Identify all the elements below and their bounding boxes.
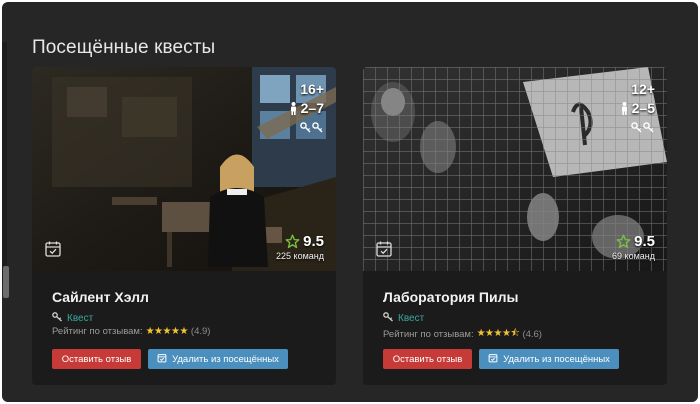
rating-value: 9.5 <box>303 233 324 250</box>
remove-button-label: Удалить из посещённых <box>172 353 279 365</box>
remove-from-visited-button[interactable]: Удалить из посещённых <box>479 349 619 369</box>
star-icon: ★★★★★ <box>145 326 189 337</box>
rating-block: 9.5 225 команд <box>276 233 324 261</box>
age-limit-badge: 12+ <box>631 81 655 97</box>
quest-card: 16+ 2–7 9.5 225 команд Сайлент Хэлл Квес… <box>32 67 336 385</box>
leave-review-button[interactable]: Оставить отзыв <box>52 349 141 369</box>
reviews-score: (4.9) <box>190 326 211 337</box>
key-icon <box>631 122 655 134</box>
remove-from-visited-button[interactable]: Удалить из посещённых <box>148 349 288 369</box>
difficulty-keys <box>631 122 655 134</box>
scrollbar-track[interactable] <box>2 42 7 282</box>
calendar-check-icon <box>488 353 498 366</box>
person-icon <box>289 101 298 115</box>
calendar-check-icon <box>44 240 62 258</box>
calendar-check-icon <box>157 353 167 366</box>
leave-review-button[interactable]: Оставить отзыв <box>383 349 472 369</box>
quest-photo[interactable]: 12+ 2–5 9.5 69 команд <box>363 67 667 271</box>
key-icon <box>52 309 63 327</box>
star-icon: ★★★★⯪ <box>476 328 520 339</box>
quest-type: Квест <box>383 309 424 327</box>
difficulty-keys <box>300 122 324 134</box>
quest-title[interactable]: Сайлент Хэлл <box>52 289 149 305</box>
person-icon <box>620 101 629 115</box>
players-count: 2–5 <box>631 100 655 116</box>
quest-type: Квест <box>52 309 93 327</box>
visited-quests-panel: Посещённые квесты 16+ 2–7 9.5 225 команд… <box>2 2 698 402</box>
scrollbar-thumb[interactable] <box>3 266 9 298</box>
rating-value: 9.5 <box>634 233 655 250</box>
players-badge: 2–5 <box>620 100 655 116</box>
quest-photo[interactable]: 16+ 2–7 9.5 225 команд <box>32 67 336 271</box>
reviews-label: Рейтинг по отзывам: <box>52 326 143 337</box>
rating-block: 9.5 69 команд <box>612 233 655 261</box>
reviews-label: Рейтинг по отзывам: <box>383 329 474 340</box>
star-outline-icon <box>616 234 631 249</box>
reviews-rating: Рейтинг по отзывам: ★★★★★ (4.9) <box>52 326 210 337</box>
section-title: Посещённые квесты <box>32 37 216 58</box>
calendar-check-icon <box>375 240 393 258</box>
players-badge: 2–7 <box>289 100 324 116</box>
quest-card: 12+ 2–5 9.5 69 команд Лаборатория Пилы К… <box>363 67 667 385</box>
quest-title[interactable]: Лаборатория Пилы <box>383 289 518 305</box>
key-icon <box>383 309 394 327</box>
reviews-rating: Рейтинг по отзывам: ★★★★⯪ (4.6) <box>383 326 542 343</box>
age-limit-badge: 16+ <box>300 81 324 97</box>
remove-button-label: Удалить из посещённых <box>503 353 610 365</box>
quest-type-label[interactable]: Квест <box>67 313 93 324</box>
players-count: 2–7 <box>300 100 324 116</box>
reviews-score: (4.6) <box>522 329 542 340</box>
quest-type-label[interactable]: Квест <box>398 313 424 324</box>
key-icon <box>300 122 324 134</box>
star-outline-icon <box>285 234 300 249</box>
teams-count: 69 команд <box>612 251 655 261</box>
teams-count: 225 команд <box>276 251 324 261</box>
